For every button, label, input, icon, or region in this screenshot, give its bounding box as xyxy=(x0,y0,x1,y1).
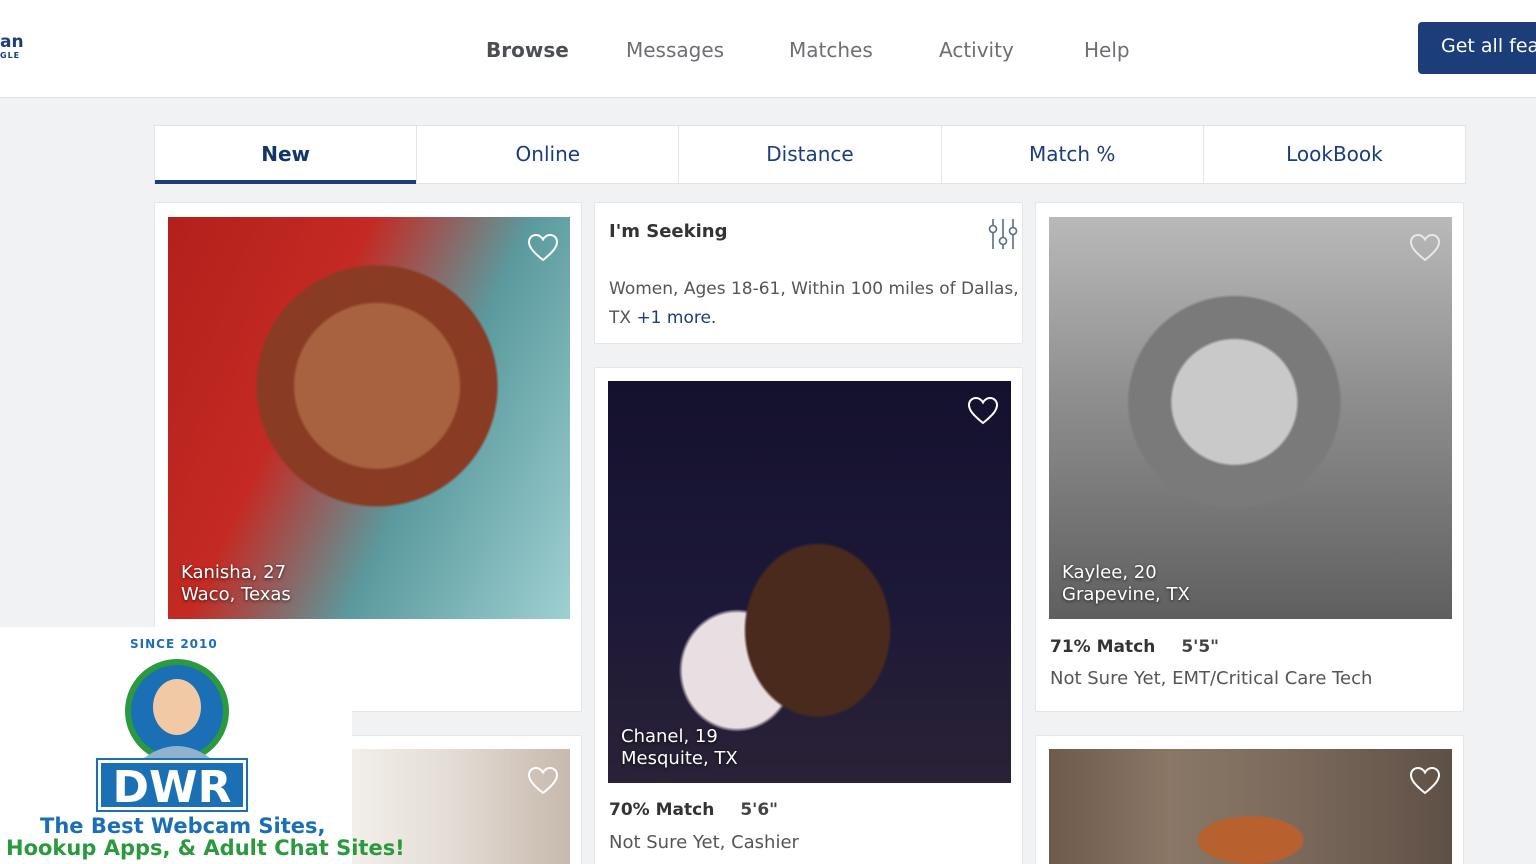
dwr-watermark: SINCE 2010 DWR The Best Webcam Sites, Ho… xyxy=(0,627,405,864)
heart-icon[interactable] xyxy=(1409,233,1441,263)
profile-card[interactable]: Chanel, 19 Mesquite, TX 70% Match 5'6" No… xyxy=(594,367,1023,864)
filter-sliders-icon[interactable] xyxy=(987,217,1019,251)
nav-browse[interactable]: Browse xyxy=(486,38,569,62)
profile-caption: Kanisha, 27 Waco, Texas xyxy=(181,562,291,606)
watermark-tagline-1: The Best Webcam Sites, xyxy=(40,814,326,838)
match-percent: 71% Match xyxy=(1050,637,1156,657)
heart-icon[interactable] xyxy=(527,233,559,263)
get-all-features-button[interactable]: Get all fea xyxy=(1418,22,1536,74)
watermark-brand: DWR xyxy=(98,760,246,813)
seeking-title: I'm Seeking xyxy=(609,221,728,242)
profile-location: Grapevine, TX xyxy=(1062,584,1190,605)
nav-messages[interactable]: Messages xyxy=(626,38,724,62)
profile-height: 5'5" xyxy=(1181,637,1220,657)
profile-card[interactable] xyxy=(1035,735,1464,864)
nav-help[interactable]: Help xyxy=(1084,38,1130,62)
profile-match-row: 71% Match 5'5" xyxy=(1050,637,1219,657)
heart-icon[interactable] xyxy=(527,766,559,796)
tab-online[interactable]: Online xyxy=(417,126,680,183)
main-nav: Browse Messages Matches Activity Help xyxy=(0,38,1536,64)
heart-icon[interactable] xyxy=(1409,766,1441,796)
profile-details: Not Sure Yet, Cashier xyxy=(609,832,799,853)
tab-new[interactable]: New xyxy=(155,126,418,184)
profile-location: Mesquite, TX xyxy=(621,748,738,769)
profile-height: 5'6" xyxy=(740,800,779,820)
profile-name-age: Kanisha, 27 xyxy=(181,562,287,583)
profile-caption: Chanel, 19 Mesquite, TX xyxy=(621,726,738,770)
browse-tabs: New Online Distance Match % LookBook xyxy=(154,125,1466,184)
watermark-tagline-2: Hookup Apps, & Adult Chat Sites! xyxy=(6,836,405,860)
profile-location: Waco, Texas xyxy=(181,584,291,605)
profile-card[interactable]: Kaylee, 20 Grapevine, TX 71% Match 5'5" N… xyxy=(1035,202,1464,712)
profile-photo[interactable]: Kaylee, 20 Grapevine, TX xyxy=(1049,217,1452,619)
nav-activity[interactable]: Activity xyxy=(939,38,1014,62)
profile-photo[interactable]: Chanel, 19 Mesquite, TX xyxy=(608,381,1011,783)
top-navigation-bar: an GLE Browse Messages Matches Activity … xyxy=(0,0,1536,98)
match-percent: 70% Match xyxy=(609,800,715,820)
seeking-card[interactable]: I'm Seeking Women, Ages 18-61, Within 10… xyxy=(594,202,1023,344)
nav-matches[interactable]: Matches xyxy=(789,38,873,62)
profile-caption: Kaylee, 20 Grapevine, TX xyxy=(1062,562,1190,606)
tab-match-percent[interactable]: Match % xyxy=(942,126,1204,183)
profile-photo[interactable]: Kanisha, 27 Waco, Texas xyxy=(168,217,570,619)
profile-match-row: 70% Match 5'6" xyxy=(609,800,778,820)
seeking-more-link[interactable]: +1 more. xyxy=(636,308,716,328)
tab-lookbook[interactable]: LookBook xyxy=(1204,126,1465,183)
watermark-since: SINCE 2010 xyxy=(130,637,218,651)
tab-distance[interactable]: Distance xyxy=(679,126,942,183)
profile-details: Not Sure Yet, EMT/Critical Care Tech xyxy=(1050,668,1373,689)
watermark-avatar-icon xyxy=(125,659,229,763)
profile-photo[interactable] xyxy=(1049,749,1452,864)
heart-icon[interactable] xyxy=(967,396,999,426)
seeking-description: Women, Ages 18-61, Within 100 miles of D… xyxy=(609,275,1019,333)
profile-name-age: Chanel, 19 xyxy=(621,726,718,747)
profile-name-age: Kaylee, 20 xyxy=(1062,562,1157,583)
